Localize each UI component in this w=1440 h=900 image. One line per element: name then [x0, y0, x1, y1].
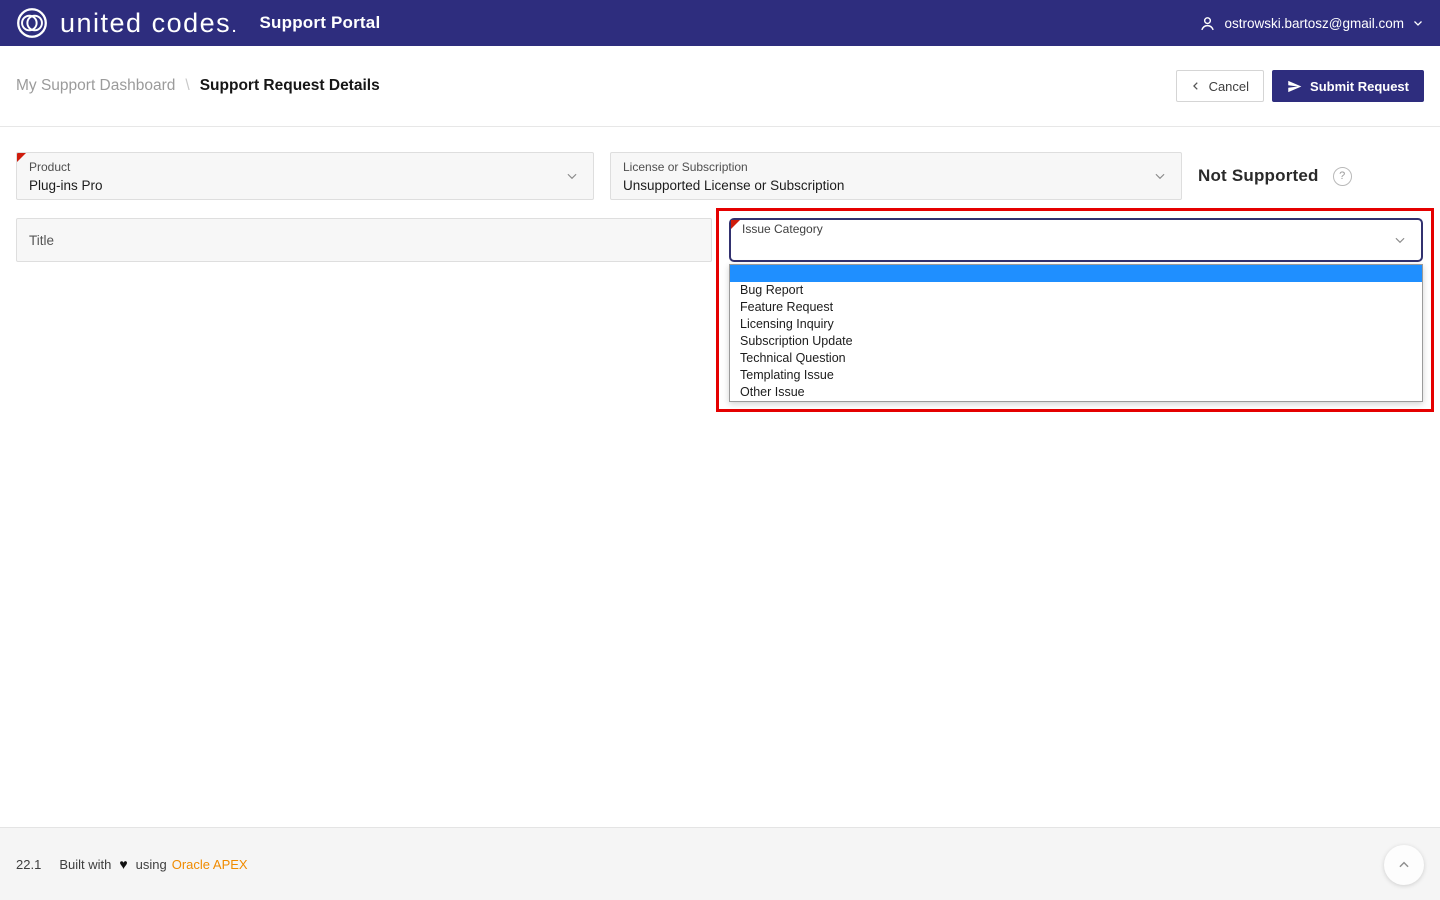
user-icon — [1199, 15, 1216, 32]
version-label: 22.1 — [16, 857, 41, 872]
issue-category-option[interactable]: Subscription Update — [730, 333, 1422, 350]
footer: 22.1 Built with ♥ using Oracle APEX — [0, 827, 1440, 900]
cancel-button[interactable]: Cancel — [1176, 70, 1264, 102]
product-label: Product — [29, 160, 581, 174]
submit-request-button[interactable]: Submit Request — [1272, 70, 1424, 102]
issue-category-option[interactable] — [730, 265, 1422, 282]
chevron-down-icon — [1412, 17, 1424, 29]
issue-category-option[interactable]: Bug Report — [730, 282, 1422, 299]
issue-category-dropdown: Bug ReportFeature RequestLicensing Inqui… — [729, 264, 1423, 402]
chevron-down-icon — [565, 169, 579, 183]
issue-category-label: Issue Category — [742, 222, 823, 236]
issue-category-option[interactable]: Licensing Inquiry — [730, 316, 1422, 333]
scroll-to-top-button[interactable] — [1384, 845, 1424, 885]
issue-category-select[interactable]: Issue Category — [729, 218, 1423, 262]
issue-category-option[interactable]: Templating Issue — [730, 367, 1422, 384]
app-title: Support Portal — [260, 13, 381, 33]
page-title: Support Request Details — [200, 77, 380, 95]
user-email: ostrowski.bartosz@gmail.com — [1224, 16, 1404, 31]
support-portal-app: united codes. Support Portal ostrowski.b… — [0, 0, 1440, 900]
breadcrumb-dashboard-link[interactable]: My Support Dashboard — [16, 77, 175, 95]
chevron-down-icon — [1153, 169, 1167, 183]
required-marker — [17, 153, 26, 162]
license-value: Unsupported License or Subscription — [623, 178, 1169, 193]
product-value: Plug-ins Pro — [29, 178, 581, 193]
page-header: My Support Dashboard \ Support Request D… — [0, 46, 1440, 127]
send-icon — [1287, 79, 1302, 94]
title-label: Title — [29, 233, 54, 248]
brand-name: united codes. — [60, 8, 238, 39]
submit-button-label: Submit Request — [1310, 79, 1409, 94]
navbar: united codes. Support Portal ostrowski.b… — [0, 0, 1440, 46]
cancel-button-label: Cancel — [1209, 79, 1249, 94]
breadcrumb-separator: \ — [185, 77, 189, 95]
issue-category-option[interactable]: Feature Request — [730, 299, 1422, 316]
heart-icon: ♥ — [119, 856, 127, 872]
oracle-apex-link[interactable]: Oracle APEX — [172, 857, 248, 872]
built-with-text: Built with — [59, 857, 111, 872]
brand-home-link[interactable]: united codes. Support Portal — [16, 7, 380, 39]
required-marker — [731, 220, 740, 229]
chevron-left-icon — [1191, 81, 1201, 91]
user-menu[interactable]: ostrowski.bartosz@gmail.com — [1199, 15, 1424, 32]
issue-category-option[interactable]: Other Issue — [730, 384, 1422, 401]
united-codes-logo-icon — [16, 7, 48, 39]
issue-category-option[interactable]: Technical Question — [730, 350, 1422, 367]
breadcrumb: My Support Dashboard \ Support Request D… — [16, 77, 380, 95]
chevron-down-icon — [1393, 233, 1407, 247]
support-status-text: Not Supported — [1198, 166, 1319, 186]
help-icon[interactable]: ? — [1333, 167, 1352, 186]
using-text: using — [136, 857, 167, 872]
product-select[interactable]: Product Plug-ins Pro — [16, 152, 594, 200]
support-status: Not Supported ? — [1198, 152, 1352, 200]
title-input[interactable]: Title — [16, 218, 712, 262]
chevron-up-icon — [1397, 858, 1411, 872]
license-label: License or Subscription — [623, 160, 1169, 174]
license-select[interactable]: License or Subscription Unsupported Lice… — [610, 152, 1182, 200]
brand-dot: . — [232, 19, 237, 35]
